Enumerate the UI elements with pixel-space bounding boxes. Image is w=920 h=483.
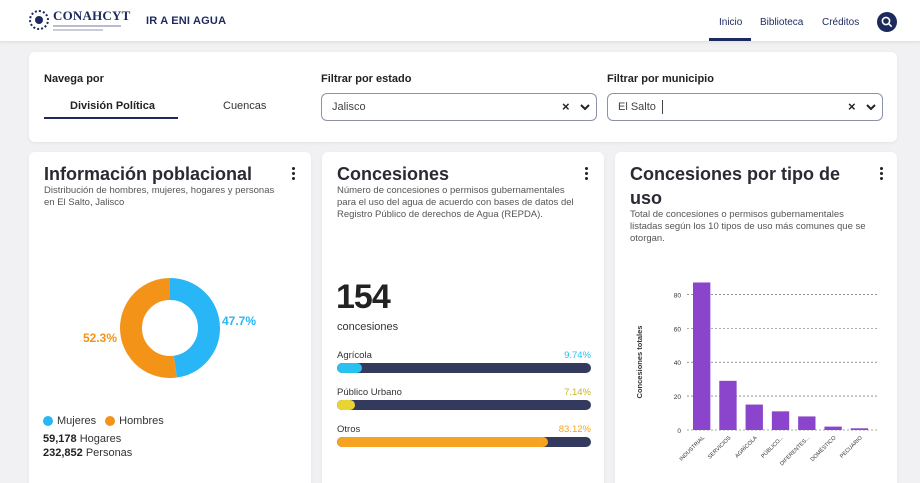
more-options-icon[interactable] <box>876 167 886 183</box>
chevron-down-icon[interactable] <box>864 100 878 114</box>
estado-select[interactable]: Jalisco × <box>321 93 597 121</box>
bar <box>824 426 842 430</box>
nav-biblioteca[interactable]: Biblioteca <box>760 17 803 28</box>
ir-eni-agua-link[interactable]: IR A ENI AGUA <box>146 15 226 27</box>
bar-fill <box>337 437 549 447</box>
bar-track <box>337 363 591 373</box>
clear-icon[interactable]: × <box>562 99 570 114</box>
y-tick-label: 80 <box>674 292 682 299</box>
nav-creditos[interactable]: Créditos <box>822 17 859 28</box>
bar <box>693 282 711 430</box>
legend-mujeres: Mujeres <box>57 415 97 427</box>
concesiones-unit: concesiones <box>337 321 399 333</box>
x-tick-label: INDUSTRIAL <box>679 435 706 462</box>
nav-inicio[interactable]: Inicio <box>719 17 742 28</box>
x-tick-label: PECUARIO <box>839 435 864 460</box>
bar-track <box>337 400 591 410</box>
legend-hombres: Hombres <box>119 415 164 427</box>
chevron-down-icon[interactable] <box>578 100 592 114</box>
population-donut-chart <box>120 278 220 378</box>
estado-label: Filtrar por estado <box>321 73 412 85</box>
legend-swatch-mujeres <box>43 416 53 426</box>
bar-track <box>337 437 591 447</box>
usage-bar-chart: 0 20 40 60 80 Concesiones totales INDUSTRIAL SE… <box>635 282 877 467</box>
card-description: Número de concesiones o permisos guberna… <box>337 185 574 220</box>
bar <box>745 404 763 430</box>
municipio-value: El Salto <box>618 101 656 113</box>
more-options-icon[interactable] <box>288 167 298 183</box>
card-description: Total de concesiones o permisos gubernam… <box>630 209 866 244</box>
tipo-uso-card: Concesiones por tipo de uso Total de con… <box>615 152 897 483</box>
x-tick-label: DOMÉSTICO <box>809 434 838 463</box>
x-tick-label: AGRÍCOLA <box>734 434 759 459</box>
logo-name: CONAHCYT <box>53 8 131 23</box>
y-tick-label: 60 <box>674 326 682 333</box>
hogares-label: Hogares <box>79 433 122 445</box>
navega-label: Navega por <box>44 73 104 85</box>
y-tick-label: 0 <box>677 428 681 435</box>
bar-fill <box>337 400 356 410</box>
card-title: Concesiones <box>337 164 450 184</box>
nav-active-indicator <box>709 38 751 41</box>
tab-division-politica[interactable]: División Política <box>70 100 155 112</box>
mujeres-pct-label: 47.7% <box>222 314 257 328</box>
search-icon <box>881 16 892 27</box>
bar-pct: 83.12% <box>558 424 591 435</box>
logo-subtitle-line <box>53 29 103 31</box>
hogares-stat: 59,178 Hogares <box>43 433 121 445</box>
x-tick-label: PÚBLICO... <box>760 434 786 460</box>
municipio-label: Filtrar por municipio <box>607 73 714 85</box>
card-description: Distribución de hombres, mujeres, hogare… <box>44 185 275 208</box>
bar <box>850 428 869 430</box>
bar <box>798 416 816 430</box>
conahcyt-logo[interactable]: CONAHCYT <box>29 9 130 31</box>
donut-legend: Mujeres Hombres <box>43 415 164 427</box>
personas-stat: 232,852 Personas <box>43 447 132 459</box>
filter-card: Navega por División Política Cuencas Fil… <box>29 52 897 142</box>
concesiones-total: 154 <box>336 278 391 316</box>
bar-label: Público Urbano <box>337 387 402 398</box>
search-button[interactable] <box>877 12 897 32</box>
text-cursor <box>662 100 663 114</box>
y-axis-label: Concesiones totales <box>635 326 644 399</box>
tab-active-underline <box>44 117 178 119</box>
tab-cuencas[interactable]: Cuencas <box>223 100 266 112</box>
y-tick-label: 40 <box>674 360 682 367</box>
hogares-value: 59,178 <box>43 433 77 445</box>
y-tick-label: 20 <box>674 394 682 401</box>
more-options-icon[interactable] <box>581 167 591 183</box>
bar <box>719 380 737 430</box>
personas-value: 232,852 <box>43 447 83 459</box>
bar-label: Agrícola <box>337 350 372 361</box>
estado-value: Jalisco <box>332 101 366 113</box>
personas-label: Personas <box>85 447 133 459</box>
concesiones-card: Concesiones Número de concesiones o perm… <box>322 152 604 483</box>
hombres-pct-label: 52.3% <box>83 331 118 345</box>
bar <box>771 411 790 430</box>
top-navbar: CONAHCYT IR A ENI AGUA Inicio Biblioteca… <box>0 0 920 42</box>
card-title: Información poblacional <box>44 164 253 184</box>
bar-fill <box>337 363 362 373</box>
card-title: Concesiones por tipo de uso <box>630 164 841 208</box>
logo-subtitle-line <box>53 25 121 27</box>
logo-emblem-icon <box>29 10 49 30</box>
bar-pct: 9.74% <box>564 350 591 361</box>
poblacion-card: Información poblacional Distribución de … <box>29 152 311 483</box>
x-tick-label: SERVICIOS <box>707 435 733 461</box>
bar-label: Otros <box>337 424 361 435</box>
clear-icon[interactable]: × <box>848 99 856 114</box>
municipio-select[interactable]: El Salto × <box>607 93 883 121</box>
legend-swatch-hombres <box>105 416 116 426</box>
bar-pct: 7.14% <box>564 387 591 398</box>
